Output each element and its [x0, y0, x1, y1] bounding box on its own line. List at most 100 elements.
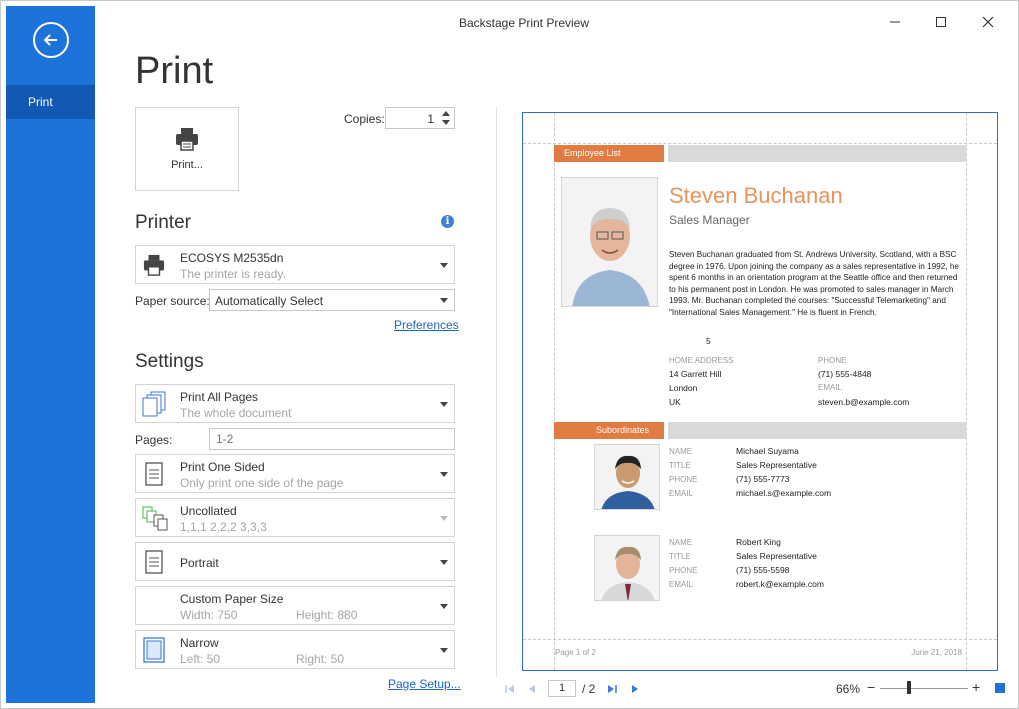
- last-page-icon[interactable]: [629, 683, 641, 695]
- settings-heading: Settings: [135, 351, 204, 372]
- margins-title: Narrow: [180, 636, 219, 650]
- phone-label: PHONE: [669, 475, 698, 484]
- margin-guide: [966, 113, 967, 670]
- zoom-slider-track[interactable]: [880, 688, 968, 689]
- address-line: 14 Garrett Hill: [669, 369, 722, 379]
- name-label: NAME: [669, 538, 693, 547]
- sides-title: Print One Sided: [180, 460, 265, 474]
- page-title: Print: [135, 50, 214, 92]
- zoom-slider-thumb[interactable]: [907, 681, 912, 694]
- chevron-down-icon: [440, 559, 448, 565]
- band-filler: [668, 422, 966, 439]
- preferences-link[interactable]: Preferences: [394, 318, 459, 332]
- employee-bio: Steven Buchanan graduated from St. Andre…: [669, 250, 959, 317]
- orientation-select[interactable]: Portrait: [135, 542, 455, 581]
- maximize-button[interactable]: [929, 12, 953, 32]
- spin-down-icon[interactable]: [440, 118, 452, 127]
- page-footer-number: Page 1 of 2: [555, 648, 596, 657]
- chevron-down-icon: [440, 515, 448, 521]
- subordinates-band: Subordinates: [554, 422, 664, 439]
- employee-name: Steven Buchanan: [669, 183, 843, 208]
- employee-title: Sales Manager: [669, 213, 750, 227]
- subordinate-email: michael.s@example.com: [736, 488, 832, 498]
- maximize-icon: [936, 17, 946, 27]
- pages-field[interactable]: [209, 428, 455, 450]
- title-bar: Backstage Print Preview: [95, 6, 1013, 38]
- subordinate-email: robert.k@example.com: [736, 579, 824, 589]
- subordinate-phone: (71) 555-7773: [736, 474, 790, 484]
- collation-subtitle: 1,1,1 2,2,2 3,3,3: [180, 520, 267, 534]
- back-button[interactable]: [33, 22, 69, 58]
- print-range-subtitle: The whole document: [180, 406, 292, 420]
- copies-stepper[interactable]: 1: [385, 107, 455, 129]
- phone-label: PHONE: [669, 566, 698, 575]
- print-button[interactable]: Print...: [135, 107, 239, 191]
- sidebar-item-print[interactable]: Print: [6, 85, 95, 119]
- document-icon: [140, 460, 168, 488]
- printer-status: The printer is ready.: [180, 267, 286, 281]
- chevron-down-icon: [440, 262, 448, 268]
- paper-source-label: Paper source:: [135, 294, 210, 308]
- employee-email: steven.b@example.com: [818, 397, 910, 407]
- printer-select[interactable]: ECOSYS M2535dn The printer is ready.: [135, 245, 455, 284]
- margin-right: Right: 50: [296, 652, 345, 666]
- title-label: TITLE: [669, 552, 691, 561]
- panel-divider: [496, 107, 497, 677]
- zoom-in-button[interactable]: +: [972, 679, 980, 695]
- paper-size-title: Custom Paper Size: [180, 592, 284, 606]
- margins-icon: [140, 636, 168, 664]
- subordinate-photo: [594, 535, 660, 601]
- page-setup-link[interactable]: Page Setup...: [388, 677, 461, 691]
- pages-label: Pages:: [135, 433, 173, 447]
- margin-guide: [554, 113, 555, 670]
- paper-source-select[interactable]: Automatically Select: [209, 289, 455, 311]
- address-line: UK: [669, 397, 681, 407]
- print-button-label: Print...: [171, 159, 203, 171]
- band-filler: [668, 145, 966, 162]
- home-address-label: HOME ADDRESS: [669, 356, 734, 365]
- current-page-input[interactable]: 1: [548, 680, 576, 697]
- minimize-button[interactable]: [883, 12, 907, 32]
- employee-phone: (71) 555-4848: [818, 369, 872, 379]
- sides-select[interactable]: Print One Sided Only print one side of t…: [135, 454, 455, 493]
- margin-guide: [523, 639, 997, 640]
- copies-label: Copies:: [344, 112, 385, 126]
- close-button[interactable]: [976, 12, 1000, 32]
- fit-page-icon[interactable]: [995, 683, 1005, 693]
- orientation-title: Portrait: [180, 556, 219, 570]
- zoom-level: 66%: [836, 682, 861, 696]
- copies-value[interactable]: 1: [427, 112, 434, 126]
- print-range-title: Print All Pages: [180, 390, 259, 404]
- subordinate-name: Michael Suyama: [736, 446, 799, 456]
- portrait-icon: [140, 548, 168, 576]
- first-page-icon[interactable]: [504, 683, 516, 695]
- margin-left: Left: 50: [180, 652, 221, 666]
- print-preview-page[interactable]: Employee List Steven Buchanan Sales Mana…: [522, 112, 998, 671]
- pages-input[interactable]: [210, 429, 454, 449]
- collation-select[interactable]: Uncollated 1,1,1 2,2,2 3,3,3: [135, 498, 455, 537]
- chevron-down-icon: [440, 298, 448, 303]
- subordinate-phone: (71) 555-5598: [736, 565, 790, 575]
- email-label: EMAIL: [669, 580, 694, 589]
- subordinate-title: Sales Representative: [736, 551, 817, 561]
- next-page-icon[interactable]: [606, 683, 618, 695]
- paper-source-value: Automatically Select: [215, 294, 324, 308]
- phone-label: PHONE: [818, 356, 847, 365]
- print-range-select[interactable]: Print All Pages The whole document: [135, 384, 455, 423]
- employee-photo: [561, 177, 658, 307]
- paper-size-select[interactable]: Custom Paper Size Width: 750 Height: 880: [135, 586, 455, 625]
- margins-select[interactable]: Narrow Left: 50 Right: 50: [135, 630, 455, 669]
- zoom-out-button[interactable]: −: [867, 679, 875, 695]
- minimize-icon: [890, 21, 900, 23]
- spin-up-icon[interactable]: [440, 109, 452, 118]
- name-label: NAME: [669, 447, 693, 456]
- subordinate-photo: [594, 444, 660, 510]
- arrow-left-icon: [43, 34, 57, 46]
- subordinate-name: Robert King: [736, 537, 781, 547]
- info-icon[interactable]: i: [441, 215, 454, 228]
- pages-stack-icon: [140, 390, 168, 418]
- previous-page-icon[interactable]: [526, 683, 538, 695]
- paper-width: Width: 750: [180, 608, 238, 622]
- backstage-sidebar: Print: [6, 6, 95, 703]
- subordinate-title: Sales Representative: [736, 460, 817, 470]
